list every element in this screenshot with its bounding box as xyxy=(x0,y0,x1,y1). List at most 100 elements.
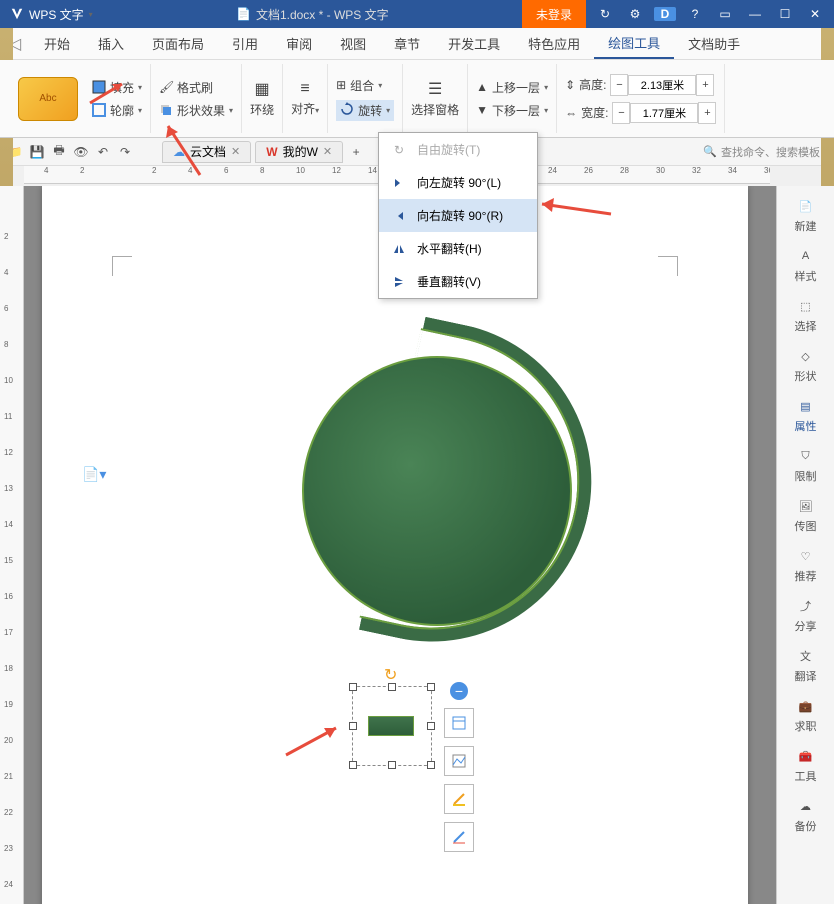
undo-icon[interactable]: ↶ xyxy=(94,143,112,161)
select-pane-button[interactable]: ☰选择窗格 xyxy=(411,79,459,118)
close-tab2-icon[interactable]: ✕ xyxy=(323,145,332,158)
resize-handle-br[interactable] xyxy=(427,761,435,769)
app-menu-arrow[interactable]: ▾ xyxy=(89,10,93,19)
mywps-tab[interactable]: W我的W✕ xyxy=(255,141,343,163)
close-icon[interactable]: ✕ xyxy=(804,7,826,21)
width-plus[interactable]: + xyxy=(698,102,716,124)
height-plus[interactable]: + xyxy=(696,74,714,96)
redo-icon[interactable]: ↷ xyxy=(116,143,134,161)
brush-icon: 🖌 xyxy=(159,80,173,94)
sync-icon[interactable]: ↻ xyxy=(594,7,616,21)
preview-icon[interactable]: 👁 xyxy=(72,143,90,161)
select-icon: ⬚ xyxy=(796,296,816,316)
rotate-icon xyxy=(340,102,354,119)
side-share[interactable]: ⤴分享 xyxy=(795,596,817,634)
collapse-ribbon-icon[interactable]: ▭ xyxy=(714,7,736,21)
side-attr[interactable]: ▤属性 xyxy=(795,396,817,434)
tab-dev[interactable]: 开发工具 xyxy=(434,28,514,59)
align-button[interactable]: ≡对齐▾ xyxy=(291,80,319,117)
resize-handle-r[interactable] xyxy=(427,722,435,730)
align-icon: ≡ xyxy=(300,80,309,98)
format-painter-button[interactable]: 🖌格式刷 xyxy=(159,79,233,96)
width-minus[interactable]: − xyxy=(612,102,630,124)
side-style[interactable]: A样式 xyxy=(795,246,817,284)
small-rect-shape[interactable] xyxy=(368,716,414,736)
annotation-arrow-4 xyxy=(286,720,346,765)
resize-handle-t[interactable] xyxy=(388,683,396,691)
float-effect-button[interactable] xyxy=(444,822,474,852)
shape-style-preview[interactable]: Abc xyxy=(18,77,78,121)
settings-icon[interactable]: ⚙ xyxy=(624,7,646,21)
width-input[interactable] xyxy=(630,103,698,123)
tab-draw[interactable]: 绘图工具 xyxy=(594,28,674,59)
side-new[interactable]: 📄新建 xyxy=(795,196,817,234)
search-bar[interactable]: 🔍查找命令、搜索模板 xyxy=(703,144,828,160)
app-brand: WPS 文字 ▾ xyxy=(0,6,103,23)
help-icon[interactable]: ? xyxy=(684,7,706,21)
group-icon: ⊞ xyxy=(336,78,346,92)
side-recommend[interactable]: ♡推荐 xyxy=(795,546,817,584)
rotate-right-item[interactable]: 向右旋转 90°(R) xyxy=(379,199,537,232)
float-fill-button[interactable] xyxy=(444,746,474,776)
tab-view[interactable]: 视图 xyxy=(326,28,380,59)
move-up-button[interactable]: ▲上移一层▾ xyxy=(476,79,548,96)
flip-h-item[interactable]: 水平翻转(H) xyxy=(379,232,537,265)
side-tool[interactable]: 🧰工具 xyxy=(795,746,817,784)
resize-handle-l[interactable] xyxy=(349,722,357,730)
resize-handle-tl[interactable] xyxy=(349,683,357,691)
side-job[interactable]: 💼求职 xyxy=(795,696,817,734)
side-limit[interactable]: ⛉限制 xyxy=(795,446,817,484)
float-collapse-button[interactable]: − xyxy=(450,682,468,700)
resize-handle-tr[interactable] xyxy=(427,683,435,691)
flip-v-item[interactable]: 垂直翻转(V) xyxy=(379,265,537,298)
tab-helper[interactable]: 文档助手 xyxy=(674,28,754,59)
save-icon[interactable]: 💾 xyxy=(28,143,46,161)
float-outline-button[interactable] xyxy=(444,784,474,814)
height-input[interactable] xyxy=(628,75,696,95)
resize-handle-b[interactable] xyxy=(388,761,396,769)
rotate-free-icon: ↻ xyxy=(391,142,407,158)
float-layout-button[interactable] xyxy=(444,708,474,738)
moveup-icon: ▲ xyxy=(476,80,488,94)
rotate-left-item[interactable]: 向左旋转 90°(L) xyxy=(379,166,537,199)
tab-start[interactable]: 开始 xyxy=(30,28,84,59)
group-button[interactable]: ⊞组合▾ xyxy=(336,77,394,94)
side-image[interactable]: 🖼传图 xyxy=(795,496,817,534)
side-select[interactable]: ⬚选择 xyxy=(795,296,817,334)
height-minus[interactable]: − xyxy=(610,74,628,96)
resize-handle-bl[interactable] xyxy=(349,761,357,769)
rotate-left-icon xyxy=(391,175,407,191)
wrap-button[interactable]: ▦环绕 xyxy=(250,79,274,118)
new-file-icon: 📄 xyxy=(796,196,816,216)
add-tab-button[interactable]: + xyxy=(347,143,365,161)
style-icon: A xyxy=(796,246,816,266)
wps-d-icon[interactable]: D xyxy=(654,7,676,21)
rotate-right-icon xyxy=(391,208,407,224)
section-icon[interactable]: 📄▾ xyxy=(82,466,106,483)
annotation-arrow-2 xyxy=(160,120,210,185)
rotate-button[interactable]: 旋转▾ xyxy=(336,100,394,121)
close-tab-icon[interactable]: ✕ xyxy=(231,145,240,158)
side-backup[interactable]: ☁备份 xyxy=(795,796,817,834)
print-icon[interactable]: 🖶 xyxy=(50,143,68,161)
shape-panel-icon: ◇ xyxy=(796,346,816,366)
tab-feature[interactable]: 特色应用 xyxy=(514,28,594,59)
flip-h-icon xyxy=(391,241,407,257)
attr-icon: ▤ xyxy=(796,396,816,416)
tab-reference[interactable]: 引用 xyxy=(218,28,272,59)
move-down-button[interactable]: ▼下移一层▾ xyxy=(476,102,548,119)
login-button[interactable]: 未登录 xyxy=(522,0,586,28)
tab-layout[interactable]: 页面布局 xyxy=(138,28,218,59)
rotation-handle[interactable]: ↻ xyxy=(384,665,400,681)
search-icon: 🔍 xyxy=(703,145,717,158)
globe-circle-shape[interactable] xyxy=(302,356,572,626)
translate-icon: 文 xyxy=(796,646,816,666)
tab-insert[interactable]: 插入 xyxy=(84,28,138,59)
minimize-icon[interactable]: — xyxy=(744,7,766,21)
side-translate[interactable]: 文翻译 xyxy=(795,646,817,684)
maximize-icon[interactable]: ☐ xyxy=(774,7,796,21)
tab-review[interactable]: 审阅 xyxy=(272,28,326,59)
tab-chapter[interactable]: 章节 xyxy=(380,28,434,59)
shape-effect-button[interactable]: 形状效果▾ xyxy=(159,102,233,119)
side-shape[interactable]: ◇形状 xyxy=(795,346,817,384)
